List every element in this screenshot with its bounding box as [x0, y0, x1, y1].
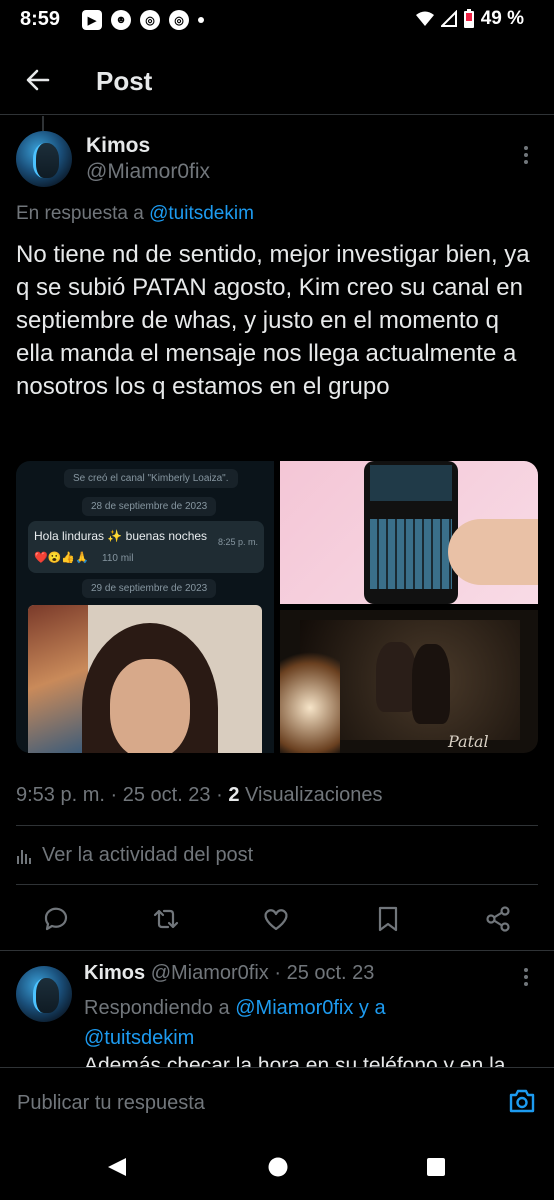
- signal-icon: [440, 10, 457, 27]
- chrome-icon: ◎: [140, 10, 160, 30]
- status-time: 8:59: [20, 8, 61, 30]
- views-count: 2: [228, 784, 240, 806]
- views-label: Visualizaciones: [245, 784, 383, 806]
- post-activity-link[interactable]: Ver la actividad del post: [16, 844, 253, 867]
- battery-percent: 49 %: [480, 8, 524, 29]
- media-image-phone[interactable]: [280, 461, 538, 604]
- reply-context: En respuesta a @tuitsdekim: [16, 203, 254, 225]
- replying-to-link-2[interactable]: @tuitsdekim: [84, 1027, 194, 1049]
- nav-back-icon[interactable]: [106, 1156, 128, 1178]
- wa-date-2: 29 de septiembre de 2023: [82, 579, 217, 598]
- photo-hand: [448, 519, 538, 585]
- replying-prefix: Respondiendo a: [84, 997, 230, 1019]
- author-handle[interactable]: @Miamor0fix: [86, 160, 210, 184]
- reply-author-name[interactable]: Kimos: [84, 962, 145, 984]
- reply-input-placeholder[interactable]: Publicar tu respuesta: [17, 1092, 205, 1115]
- author-name[interactable]: Kimos: [86, 134, 150, 158]
- nav-home-icon[interactable]: [267, 1156, 289, 1178]
- more-options-icon[interactable]: [524, 146, 528, 164]
- reply-date: · 25 oct. 23: [274, 962, 375, 984]
- more-notifications-icon: [198, 17, 204, 23]
- thread-line: [42, 116, 44, 131]
- page-title: Post: [96, 66, 153, 96]
- more-options-icon[interactable]: [524, 968, 528, 986]
- repost-icon[interactable]: [151, 904, 181, 934]
- battery-icon: [463, 9, 474, 28]
- media-image-poster[interactable]: Patal: [280, 610, 538, 753]
- wa-channel-created: Se creó el canal "Kimberly Loaiza".: [64, 469, 238, 488]
- like-icon[interactable]: [261, 904, 291, 934]
- youtube-icon: ▶: [82, 10, 102, 30]
- wa-photo: [28, 605, 262, 753]
- wa-reactions-count: 110 mil: [102, 553, 134, 564]
- phone-keyboard: [370, 519, 452, 589]
- top-app-bar: Post: [0, 48, 554, 115]
- reply-composer[interactable]: Publicar tu respuesta: [0, 1067, 554, 1135]
- notification-icons: ▶ ☻ ◎ ◎: [82, 10, 204, 30]
- photo-face: [110, 659, 190, 753]
- media-grid: Se creó el canal "Kimberly Loaiza". 28 d…: [16, 461, 538, 753]
- analytics-icon: [17, 849, 31, 864]
- poster-person: [412, 644, 450, 724]
- reply-text: Además checar la hora en su teléfono y e…: [84, 1054, 506, 1067]
- fire-effect: [280, 640, 340, 753]
- reply-prefix: En respuesta a: [16, 203, 144, 224]
- phone-device: [364, 461, 458, 604]
- reply-text-clip: Además checar la hora en su teléfono y e…: [84, 1052, 544, 1067]
- back-arrow-icon[interactable]: [22, 64, 54, 96]
- camera-icon[interactable]: [508, 1088, 536, 1114]
- wa-reactions: ❤️😮👍🙏: [34, 552, 89, 564]
- reply-to-link[interactable]: @tuitsdekim: [149, 203, 254, 224]
- wa-message-bubble: Hola linduras ✨ buenas noches 8:25 p. m.…: [28, 521, 264, 573]
- reply-replying-to: Respondiendo a @Miamor0fix y a @tuitsdek…: [84, 993, 524, 1053]
- activity-label: Ver la actividad del post: [42, 844, 254, 866]
- share-icon[interactable]: [483, 904, 513, 934]
- poster-person: [376, 642, 416, 712]
- app-notification-icon: ☻: [111, 10, 131, 30]
- avatar-image: [32, 143, 60, 179]
- wa-message-time: 8:25 p. m.: [217, 537, 258, 547]
- bookmark-icon[interactable]: [373, 904, 403, 934]
- system-icons: 49 %: [415, 8, 524, 30]
- status-bar: 8:59 ▶ ☻ ◎ ◎ 49 %: [0, 0, 554, 40]
- wa-date-1: 28 de septiembre de 2023: [82, 497, 217, 516]
- divider: [16, 884, 538, 885]
- wifi-icon: [415, 11, 434, 26]
- avatar-image: [32, 978, 60, 1014]
- nav-recents-icon[interactable]: [426, 1157, 446, 1177]
- post-text: No tiene nd de sentido, mejor investigar…: [16, 241, 530, 400]
- chrome-icon: ◎: [169, 10, 189, 30]
- replying-to-link-1[interactable]: @Miamor0fix y a: [235, 997, 385, 1019]
- divider: [16, 825, 538, 826]
- author-avatar[interactable]: [16, 131, 72, 187]
- reply-icon[interactable]: [41, 904, 71, 934]
- reply-author-avatar[interactable]: [16, 966, 72, 1022]
- reply-author-handle[interactable]: @Miamor0fix: [151, 962, 269, 984]
- reply-header: Kimos @Miamor0fix · 25 oct. 23: [84, 962, 374, 985]
- post-meta: 9:53 p. m. · 25 oct. 23 · 2 Visualizacio…: [16, 784, 383, 807]
- wa-message-text: Hola linduras ✨ buenas noches: [34, 529, 208, 543]
- system-navigation-bar: [0, 1134, 554, 1200]
- divider: [0, 950, 554, 951]
- poster-signature: Patal: [448, 732, 489, 751]
- post-timestamp: 9:53 p. m. · 25 oct. 23 ·: [16, 784, 229, 806]
- media-image-whatsapp[interactable]: Se creó el canal "Kimberly Loaiza". 28 d…: [16, 461, 274, 753]
